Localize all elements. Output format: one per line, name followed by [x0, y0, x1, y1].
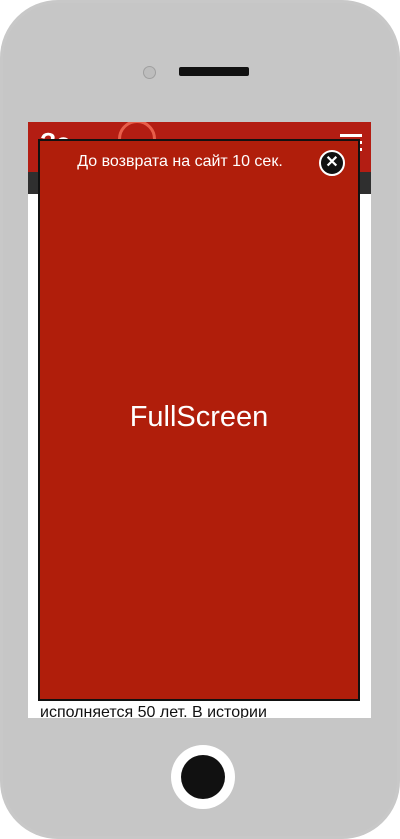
- earpiece-speaker: [179, 67, 249, 76]
- return-countdown-text: До возврата на сайт 10 сек.: [77, 153, 283, 170]
- article-snippet: исполняется 50 лет. В истории: [40, 704, 267, 718]
- fullscreen-label: FullScreen: [129, 401, 269, 433]
- front-camera-icon: [143, 66, 156, 79]
- phone-mockup: За исполняется 50 лет. В истории До возв…: [0, 0, 400, 839]
- fullscreen-ad-overlay[interactable]: До возврата на сайт 10 сек. ✕ FullScreen: [38, 139, 360, 701]
- close-icon[interactable]: ✕: [319, 150, 345, 176]
- home-button[interactable]: [181, 755, 225, 799]
